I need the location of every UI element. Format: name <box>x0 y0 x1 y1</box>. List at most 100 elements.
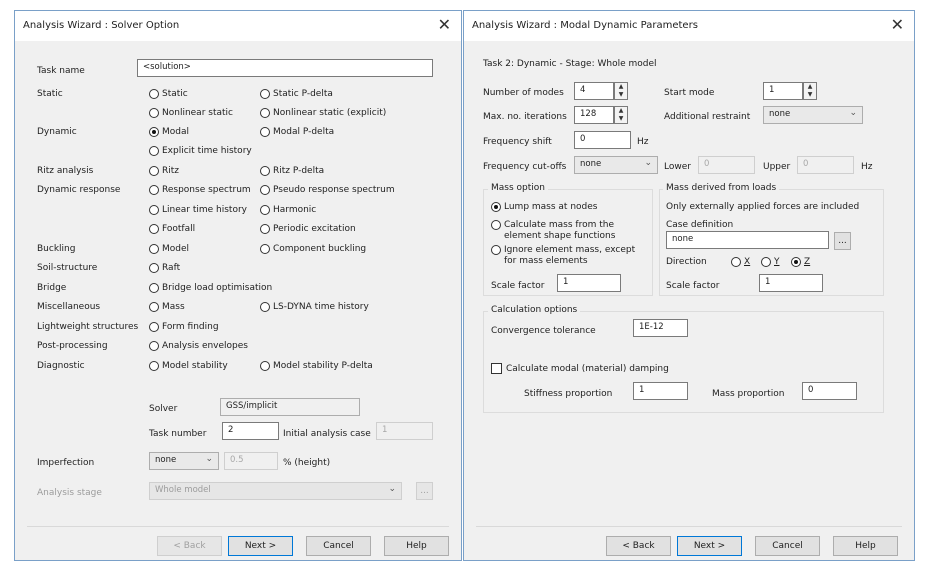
convergence-tolerance-input[interactable]: 1E-12 <box>633 319 688 337</box>
loads-scale-factor-input[interactable]: 1 <box>759 274 823 292</box>
label-nonlinear-static: Nonlinear static <box>162 108 233 118</box>
title-bar: Analysis Wizard : Modal Dynamic Paramete… <box>464 11 914 41</box>
category-bridge: Bridge <box>37 283 67 293</box>
radio-component-buckling[interactable] <box>260 244 270 254</box>
task-number-input[interactable]: 2 <box>222 422 279 440</box>
number-of-modes-spinner[interactable]: ▲ ▼ <box>614 82 628 100</box>
frequency-cutoffs-select[interactable]: none ⌄ <box>574 156 658 174</box>
label-lsdyna-time-history: LS-DYNA time history <box>273 302 369 312</box>
category-static: Static <box>37 89 63 99</box>
radio-modal[interactable] <box>149 127 159 137</box>
radio-ritz-pdelta[interactable] <box>260 166 270 176</box>
analysis-stage-select[interactable]: Whole model ⌄ <box>149 482 402 500</box>
start-mode-input[interactable]: 1 <box>763 82 803 100</box>
radio-nonlinear-static-explicit[interactable] <box>260 108 270 118</box>
label-mass: Mass <box>162 302 185 312</box>
imperfection-select[interactable]: none ⌄ <box>149 452 219 470</box>
label-lump-mass: Lump mass at nodes <box>504 202 598 212</box>
radio-form-finding[interactable] <box>149 322 159 332</box>
radio-model-stability-pdelta[interactable] <box>260 361 270 371</box>
radio-harmonic[interactable] <box>260 205 270 215</box>
radio-footfall[interactable] <box>149 224 159 234</box>
label-nonlinear-static-explicit: Nonlinear static (explicit) <box>273 108 387 118</box>
label-pseudo-response-spectrum: Pseudo response spectrum <box>273 185 395 195</box>
max-iterations-input[interactable]: 128 <box>574 106 614 124</box>
imperfection-amount-input[interactable]: 0.5 <box>224 452 278 470</box>
label-direction-x: X <box>744 257 751 267</box>
radio-modal-pdelta[interactable] <box>260 127 270 137</box>
radio-periodic-excitation[interactable] <box>260 224 270 234</box>
additional-restraint-select[interactable]: none ⌄ <box>763 106 863 124</box>
cancel-button[interactable]: Cancel <box>755 536 820 556</box>
radio-raft[interactable] <box>149 263 159 273</box>
start-mode-spinner[interactable]: ▲ ▼ <box>803 82 817 100</box>
next-button[interactable]: Next > <box>228 536 293 556</box>
radio-model-buckling[interactable] <box>149 244 159 254</box>
start-mode-label: Start mode <box>664 88 715 98</box>
radio-model-stability[interactable] <box>149 361 159 371</box>
number-of-modes-input[interactable]: 4 <box>574 82 614 100</box>
radio-mass[interactable] <box>149 302 159 312</box>
label-model-stability: Model stability <box>162 361 228 371</box>
radio-analysis-envelopes[interactable] <box>149 341 159 351</box>
back-button[interactable]: < Back <box>157 536 222 556</box>
label-raft: Raft <box>162 263 181 273</box>
lower-input[interactable]: 0 <box>698 156 755 174</box>
back-button[interactable]: < Back <box>606 536 671 556</box>
radio-static-pdelta[interactable] <box>260 89 270 99</box>
spin-down-icon[interactable]: ▼ <box>619 91 624 98</box>
radio-direction-y[interactable] <box>761 257 771 267</box>
radio-explicit-time-history[interactable] <box>149 146 159 156</box>
radio-direction-x[interactable] <box>731 257 741 267</box>
cancel-button[interactable]: Cancel <box>306 536 371 556</box>
radio-ignore-element-mass[interactable] <box>491 245 501 255</box>
upper-input[interactable]: 0 <box>797 156 854 174</box>
radio-lump-mass[interactable] <box>491 202 501 212</box>
loads-scale-factor-label: Scale factor <box>666 281 720 291</box>
radio-bridge-load-optimisation[interactable] <box>149 283 159 293</box>
case-definition-browse-button[interactable]: ... <box>834 232 851 250</box>
label-static: Static <box>162 89 188 99</box>
mass-from-loads-title: Mass derived from loads <box>663 183 780 193</box>
radio-lsdyna-time-history[interactable] <box>260 302 270 312</box>
spin-up-icon[interactable]: ▲ <box>619 107 624 114</box>
category-lightweight: Lightweight structures <box>37 322 139 332</box>
max-iterations-spinner[interactable]: ▲ ▼ <box>614 106 628 124</box>
modal-damping-checkbox[interactable] <box>491 363 502 374</box>
close-icon[interactable]: ✕ <box>438 15 451 34</box>
case-definition-label: Case definition <box>666 220 734 230</box>
spin-up-icon[interactable]: ▲ <box>808 83 813 90</box>
help-button[interactable]: Help <box>384 536 449 556</box>
frequency-shift-input[interactable]: 0 <box>574 131 631 149</box>
radio-static[interactable] <box>149 89 159 99</box>
radio-linear-time-history[interactable] <box>149 205 159 215</box>
next-button[interactable]: Next > <box>677 536 742 556</box>
mass-proportion-input[interactable]: 0 <box>802 382 857 400</box>
analysis-stage-browse-button[interactable]: ... <box>416 482 433 500</box>
label-direction-y: Y <box>774 257 780 267</box>
mass-scale-factor-input[interactable]: 1 <box>557 274 621 292</box>
radio-nonlinear-static[interactable] <box>149 108 159 118</box>
spin-down-icon[interactable]: ▼ <box>619 115 624 122</box>
case-definition-input[interactable]: none <box>666 231 829 249</box>
help-button[interactable]: Help <box>833 536 898 556</box>
convergence-tolerance-label: Convergence tolerance <box>491 326 596 336</box>
radio-direction-z[interactable] <box>791 257 801 267</box>
label-form-finding: Form finding <box>162 322 219 332</box>
radio-calculate-mass[interactable] <box>491 220 501 230</box>
solver-label: Solver <box>149 404 178 414</box>
label-analysis-envelopes: Analysis envelopes <box>162 341 248 351</box>
radio-ritz[interactable] <box>149 166 159 176</box>
close-icon[interactable]: ✕ <box>891 15 904 34</box>
label-model-stability-pdelta: Model stability P-delta <box>273 361 373 371</box>
label-ritz: Ritz <box>162 166 180 176</box>
radio-response-spectrum[interactable] <box>149 185 159 195</box>
category-dynamic: Dynamic <box>37 127 77 137</box>
spin-up-icon[interactable]: ▲ <box>619 83 624 90</box>
initial-analysis-case-input[interactable]: 1 <box>376 422 433 440</box>
task-name-input[interactable]: <solution> <box>137 59 433 77</box>
label-direction-z: Z <box>804 257 811 267</box>
stiffness-proportion-input[interactable]: 1 <box>633 382 688 400</box>
radio-pseudo-response-spectrum[interactable] <box>260 185 270 195</box>
spin-down-icon[interactable]: ▼ <box>808 91 813 98</box>
